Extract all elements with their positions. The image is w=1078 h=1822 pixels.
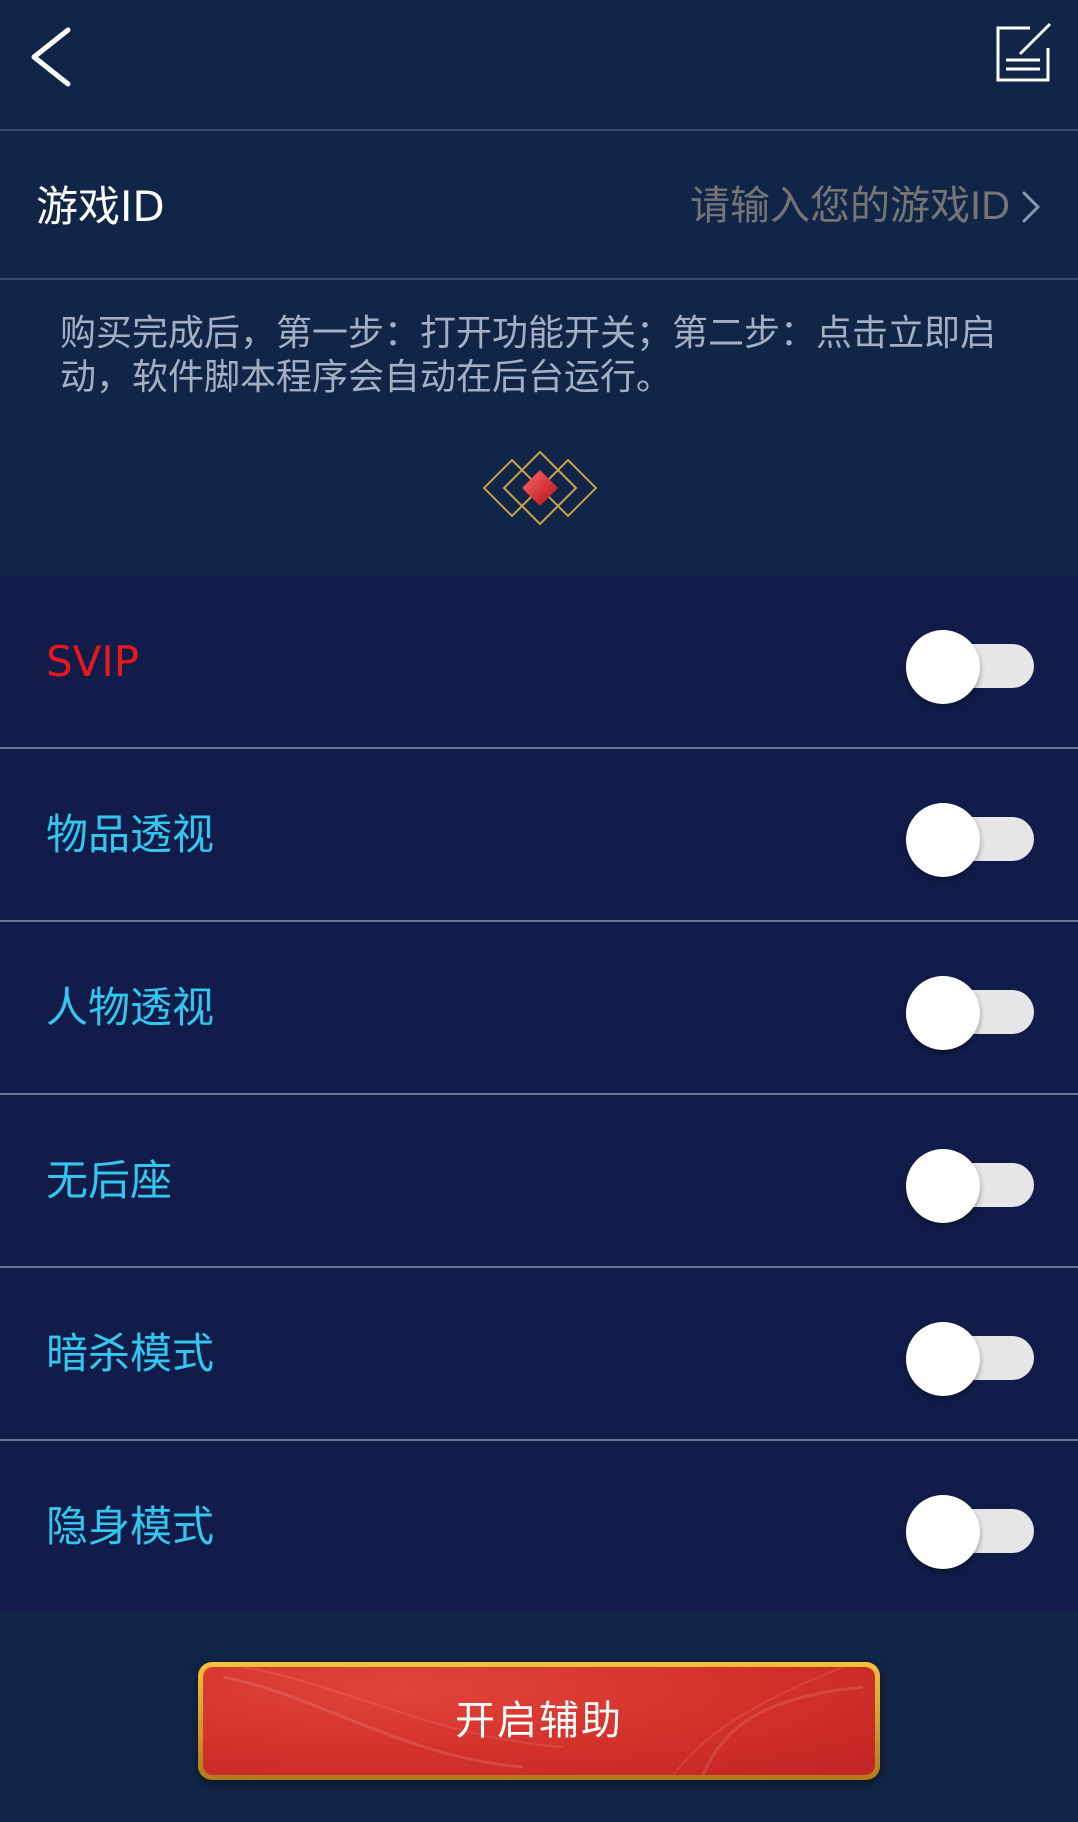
toggle-switch-svip[interactable] xyxy=(906,630,1034,704)
toggle-row-svip: SVIP xyxy=(0,576,1078,749)
start-assist-button[interactable]: 开启辅助 xyxy=(198,1662,880,1780)
toggle-row-assassin-mode: 暗杀模式 xyxy=(0,1268,1078,1441)
toggle-label: 无后座 xyxy=(46,1156,173,1205)
game-id-row[interactable]: 游戏ID xyxy=(0,133,1078,280)
toggle-label: SVIP xyxy=(46,637,140,686)
toggle-switch-assassin-mode[interactable] xyxy=(906,1322,1034,1396)
feature-toggle-list: SVIP 物品透视 人物透视 无后座 暗杀模式 隐身模式 xyxy=(0,576,1078,1614)
game-id-label: 游戏ID xyxy=(36,182,165,231)
instructions-text: 购买完成后，第一步：打开功能开关；第二步：点击立即启动，软件脚本程序会自动在后台… xyxy=(60,313,997,398)
toggle-switch-no-recoil[interactable] xyxy=(906,1149,1034,1223)
toggle-row-item-esp: 物品透视 xyxy=(0,749,1078,922)
toggle-row-no-recoil: 无后座 xyxy=(0,1095,1078,1268)
toggle-row-player-esp: 人物透视 xyxy=(0,922,1078,1095)
back-button[interactable] xyxy=(20,20,80,90)
start-button-label: 开启辅助 xyxy=(455,1698,623,1744)
edit-button[interactable] xyxy=(990,20,1056,86)
app-screen: 游戏ID 购买完成后，第一步：打开功能开关；第二步：点击立即启动，软件脚本程序会… xyxy=(0,0,1078,1822)
toggle-label: 人物透视 xyxy=(46,983,215,1032)
toggle-switch-item-esp[interactable] xyxy=(906,803,1034,877)
bottom-bar: 开启辅助 xyxy=(0,1612,1078,1822)
edit-note-icon xyxy=(996,22,1052,82)
toggle-row-stealth-mode: 隐身模式 xyxy=(0,1441,1078,1614)
start-button-face: 开启辅助 xyxy=(203,1667,875,1775)
toggle-label: 隐身模式 xyxy=(46,1502,215,1551)
toggle-switch-player-esp[interactable] xyxy=(906,976,1034,1050)
ornament-divider xyxy=(60,450,1020,526)
toggle-switch-stealth-mode[interactable] xyxy=(906,1495,1034,1569)
toggle-label: 物品透视 xyxy=(46,810,215,859)
game-id-input[interactable] xyxy=(490,133,1010,280)
top-bar xyxy=(0,0,1078,131)
chevron-left-icon xyxy=(31,27,71,87)
toggle-label: 暗杀模式 xyxy=(46,1329,215,1378)
chevron-right-icon xyxy=(1022,191,1040,223)
